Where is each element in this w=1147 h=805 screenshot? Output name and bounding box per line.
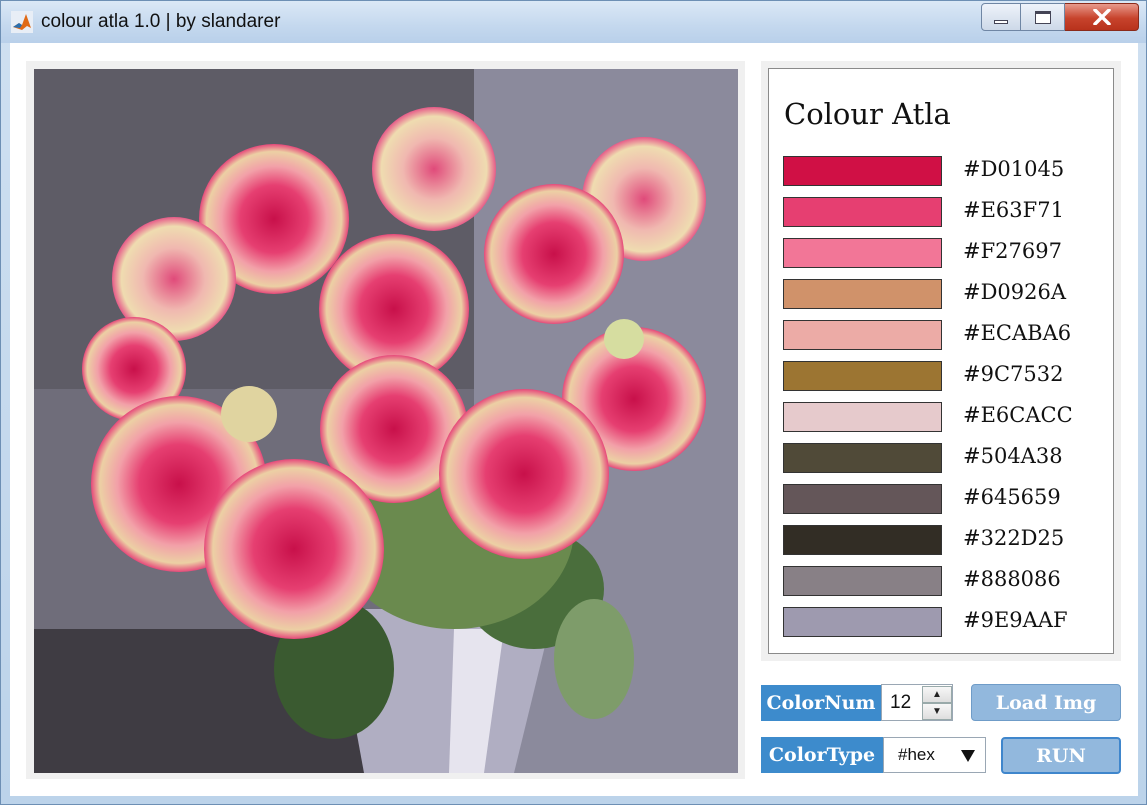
color-num-value: 12 <box>890 692 912 713</box>
rose-bouquet-image <box>34 69 738 773</box>
color-type-value: #hex <box>898 745 935 764</box>
hex-code: #E6CACC <box>963 403 1073 427</box>
spin-up-button[interactable]: ▲ <box>922 686 952 703</box>
hex-code: #888086 <box>963 567 1061 591</box>
hex-code: #D01045 <box>963 157 1065 181</box>
color-swatch <box>783 402 942 432</box>
load-img-button[interactable]: Load Img <box>971 684 1121 721</box>
hex-code: #9E9AAF <box>963 608 1068 632</box>
hex-code: #322D25 <box>963 526 1065 550</box>
hex-code: #504A38 <box>963 444 1063 468</box>
color-type-dropdown[interactable]: #hex <box>883 737 986 773</box>
run-button[interactable]: RUN <box>1001 737 1121 774</box>
matlab-icon <box>11 11 33 33</box>
hex-code: #F27697 <box>963 239 1062 263</box>
colour-atlas-panel: Colour Atla #D01045 #E63F71 #F27697 #D0926A… <box>761 61 1121 661</box>
maximize-icon <box>1034 10 1051 24</box>
swatch-row: #F27697 <box>783 238 1113 269</box>
swatch-row: #9C7532 <box>783 361 1113 392</box>
color-swatch <box>783 443 942 473</box>
window-title: colour atla 1.0 | by slandarer <box>41 11 281 32</box>
color-num-spinner[interactable]: 12 ▲ ▼ <box>881 684 953 721</box>
client-area: Colour Atla #D01045 #E63F71 #F27697 #D0926A… <box>10 43 1138 796</box>
colour-atlas-axes: Colour Atla #D01045 #E63F71 #F27697 #D0926A… <box>768 68 1114 654</box>
swatch-row: #888086 <box>783 566 1113 597</box>
swatch-row: #645659 <box>783 484 1113 515</box>
atlas-title: Colour Atla <box>784 97 951 131</box>
color-swatch <box>783 279 942 309</box>
color-type-label: ColorType <box>761 737 883 773</box>
hex-code: #9C7532 <box>963 362 1064 386</box>
rose-photo-illustration <box>34 69 738 773</box>
color-swatch <box>783 361 942 391</box>
color-swatch <box>783 197 942 227</box>
color-swatch <box>783 566 942 596</box>
swatch-row: #322D25 <box>783 525 1113 556</box>
swatch-row: #504A38 <box>783 443 1113 474</box>
chevron-down-icon <box>961 750 975 762</box>
color-swatch <box>783 238 942 268</box>
swatch-row: #9E9AAF <box>783 607 1113 638</box>
spin-down-button[interactable]: ▼ <box>922 703 952 720</box>
color-swatch <box>783 156 942 186</box>
color-swatch <box>783 525 942 555</box>
hex-code: #D0926A <box>963 280 1067 304</box>
color-num-label: ColorNum <box>761 685 881 721</box>
close-icon <box>1092 9 1111 25</box>
app-window: colour atla 1.0 | by slandarer Colour At… <box>0 0 1147 805</box>
swatch-row: #D01045 <box>783 156 1113 187</box>
hex-code: #ECABA6 <box>963 321 1072 345</box>
swatch-row: #E63F71 <box>783 197 1113 228</box>
swatch-row: #D0926A <box>783 279 1113 310</box>
color-swatch <box>783 607 942 637</box>
swatch-row: #ECABA6 <box>783 320 1113 351</box>
minimize-icon <box>994 20 1008 24</box>
color-swatch <box>783 484 942 514</box>
title-bar[interactable]: colour atla 1.0 | by slandarer <box>1 1 1146 43</box>
hex-code: #645659 <box>963 485 1061 509</box>
arrow-up-icon: ▲ <box>932 689 942 700</box>
maximize-button[interactable] <box>1021 3 1065 31</box>
hex-code: #E63F71 <box>963 198 1064 222</box>
arrow-down-icon: ▼ <box>932 706 942 717</box>
color-swatch <box>783 320 942 350</box>
minimize-button[interactable] <box>981 3 1021 31</box>
image-panel <box>26 61 745 779</box>
close-button[interactable] <box>1065 3 1139 31</box>
swatch-row: #E6CACC <box>783 402 1113 433</box>
